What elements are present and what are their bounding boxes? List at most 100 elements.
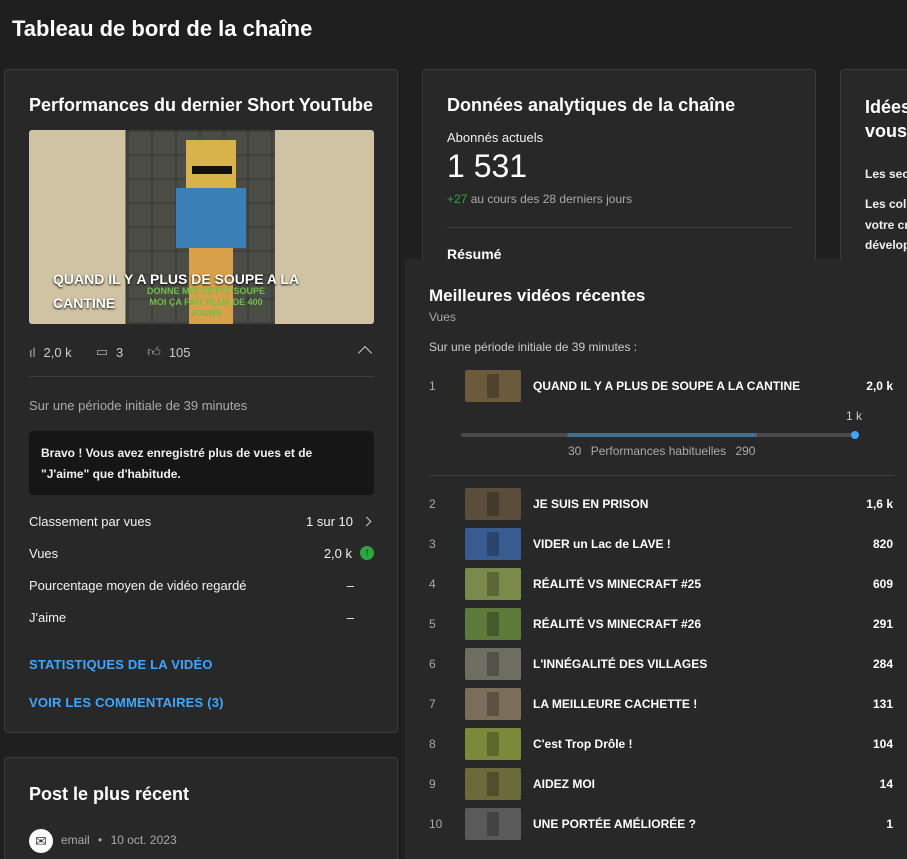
video-views: 14 [879,777,893,791]
post-card-title: Post le plus récent [29,784,190,804]
video-row[interactable]: 1 QUAND IL Y A PLUS DE SOUPE A LA CANTIN… [429,370,897,402]
views-stat: ıl 2,0 k [29,345,72,360]
post-meta: email • 10 oct. 2023 [61,833,177,847]
video-title: QUAND IL Y A PLUS DE SOUPE A LA CANTINE [533,379,801,393]
metric-value: – [346,609,354,625]
arrow-up-icon: ↑ [360,546,374,560]
likes-stat: 👍︎ 105 [147,344,190,360]
thumbnail-caption: QUAND IL Y A PLUS DE SOUPE A LA CANTINE [53,271,299,311]
comments-count: 3 [115,344,124,360]
performance-bar [461,431,859,439]
character-glasses [192,166,232,174]
ideas-card-title: Idées vous [865,95,907,143]
ideas-title-line: Idées [865,97,907,117]
video-row[interactable]: 6 L'INNÉGALITÉ DES VILLAGES 284 [429,648,897,680]
typical-range [567,433,757,437]
video-thumbnail [465,488,521,520]
video-row[interactable]: 4 RÉALITÉ VS MINECRAFT #25 609 [429,568,897,600]
video-thumbnail [465,808,521,840]
perf-label: Performances habituelles [590,444,727,458]
post-author: email [61,833,90,847]
video-rank: 5 [429,617,436,631]
video-rank: 7 [429,697,436,711]
video-thumbnail [465,568,521,600]
short-stats-row: ıl 2,0 k ▭ 3 👍︎ 105 [29,342,374,362]
video-rank: 8 [429,737,436,751]
video-thumbnail [465,648,521,680]
post-date: 10 oct. 2023 [110,833,177,847]
video-rank: 3 [429,537,436,551]
latest-post-card: Post le plus récent ✉ email • 10 oct. 20… [4,757,398,859]
short-thumbnail[interactable]: DONNE MOI CETTE SOUPE MOI ÇA FAIT PLUS D… [29,130,374,324]
video-thumbnail [465,768,521,800]
metric-views: Vues 2,0 k ↑ [29,543,374,563]
video-views: 2,0 k [866,379,893,393]
video-row[interactable]: 7 LA MEILLEURE CACHETTE ! 131 [429,688,897,720]
current-marker [851,431,859,439]
top-videos-period: Sur une période initiale de 39 minutes : [429,340,638,354]
chevron-right-icon [361,516,372,526]
video-thumbnail [465,608,521,640]
comments-stat: ▭ 3 [96,344,124,360]
video-thumbnail [465,728,521,760]
subscribers-count: 1 531 [447,148,528,184]
ideas-text: votre cr [865,218,907,232]
perf-low: 30 [568,444,582,458]
avatar: ✉ [29,829,53,853]
likes-count: 105 [168,344,191,360]
video-title: RÉALITÉ VS MINECRAFT #26 [533,617,702,631]
metric-label: Classement par vues [29,513,152,529]
view-comments-link[interactable]: VOIR LES COMMENTAIRES (3) [29,695,224,710]
divider [447,227,792,228]
video-stats-link[interactable]: STATISTIQUES DE LA VIDÉO [29,657,213,672]
video-row[interactable]: 8 C'est Trop Drôle ! 104 [429,728,897,760]
performance-labels: 30 Performances habituelles 290 [568,444,761,458]
video-title: UNE PORTÉE AMÉLIORÉE ? [533,817,696,831]
video-title: LA MEILLEURE CACHETTE ! [533,697,698,711]
video-row[interactable]: 5 RÉALITÉ VS MINECRAFT #26 291 [429,608,897,640]
video-title: C'est Trop Drôle ! [533,737,633,751]
video-views: 609 [872,577,893,591]
character-head [186,140,236,188]
video-title: L'INNÉGALITÉ DES VILLAGES [533,657,708,671]
video-views: 1 [886,817,893,831]
divider [29,376,374,377]
bar-chart-icon: ıl [29,344,36,360]
video-thumbnail [465,370,521,402]
perf-high: 290 [735,444,756,458]
divider [429,475,895,476]
latest-short-card: Performances du dernier Short YouTube DO… [4,69,398,733]
video-row[interactable]: 3 VIDER un Lac de LAVE ! 820 [429,528,897,560]
video-rank: 9 [429,777,436,791]
subscribers-delta-period: au cours des 28 derniers jours [470,192,633,206]
perf-max-label: 1 k [846,409,863,423]
ideas-title-line: vous [865,121,907,141]
short-period: Sur une période initiale de 39 minutes [29,398,248,413]
video-row[interactable]: 2 JE SUIS EN PRISON 1,6 k [429,488,897,520]
thumbs-up-icon: 👍︎ [147,344,161,359]
post-separator: • [98,833,103,847]
metric-ranking[interactable]: Classement par vues 1 sur 10 [29,511,374,531]
character-body [176,188,246,248]
metric-label: J'aime [29,609,67,625]
metric-label: Vues [29,545,59,561]
video-rank: 2 [429,497,436,511]
views-count: 2,0 k [43,344,72,360]
subscribers-delta: +27 [447,192,468,206]
ideas-card: Idées vous Les sec Les col votre cr déve… [840,69,907,269]
top-videos-panel: Meilleures vidéos récentes Vues Sur une … [405,259,907,859]
chevron-up-icon[interactable] [357,345,373,361]
video-thumbnail [465,688,521,720]
analytics-card-title: Données analytiques de la chaîne [447,95,736,115]
performance-note: Bravo ! Vous avez enregistré plus de vue… [29,431,374,495]
ideas-text: Les sec [865,167,907,181]
video-views: 284 [872,657,893,671]
video-row[interactable]: 9 AIDEZ MOI 14 [429,768,897,800]
ideas-text: Les col [865,197,907,211]
video-rank: 1 [429,379,436,393]
ideas-text: dévelop [865,238,907,252]
video-views: 820 [872,537,893,551]
video-row[interactable]: 10 UNE PORTÉE AMÉLIORÉE ? 1 [429,808,897,840]
video-title: RÉALITÉ VS MINECRAFT #25 [533,577,702,591]
video-rank: 4 [429,577,436,591]
